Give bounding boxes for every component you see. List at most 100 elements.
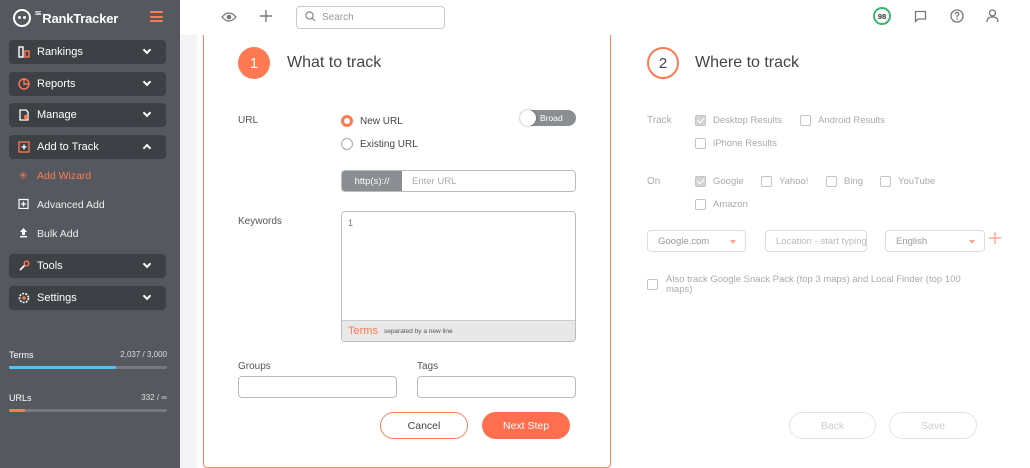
youtube-label: YouTube <box>898 176 936 187</box>
upload-icon <box>17 227 29 241</box>
manage-icon <box>17 109 30 122</box>
chevron-down-icon <box>142 108 152 118</box>
logo-prefix: SE <box>35 10 42 17</box>
step-2-title: Where to track <box>695 54 800 71</box>
chevron-up-icon <box>142 143 152 153</box>
youtube-checkbox[interactable] <box>880 176 891 187</box>
snack-pack-label: Also track Google Snack Pack (top 3 maps… <box>666 274 961 295</box>
logo-icon <box>13 9 31 27</box>
user-icon[interactable] <box>986 9 999 27</box>
score-badge[interactable]: 98 <box>873 7 891 25</box>
chevron-down-icon <box>142 77 152 87</box>
url-label: URL <box>238 115 259 126</box>
keywords-label: Keywords <box>238 216 282 227</box>
step-1-title: What to track <box>287 54 382 71</box>
desktop-results-checkbox[interactable] <box>695 115 706 126</box>
sidebar: SERankTracker Rankings Reports Manage Ad… <box>0 0 180 468</box>
step-1-panel: 1 What to track URL New URL Existing URL… <box>203 35 611 468</box>
wizard-icon: ✳ <box>18 170 28 182</box>
broad-toggle[interactable]: Broad <box>520 110 576 126</box>
add-location-plus-icon[interactable] <box>988 229 1002 250</box>
chevron-down-icon <box>142 291 152 301</box>
android-results-label: Android Results <box>818 115 886 126</box>
broad-toggle-label: Broad <box>540 113 563 123</box>
on-label: On <box>647 176 661 187</box>
chevron-down-icon <box>142 259 152 269</box>
help-icon[interactable] <box>950 9 964 27</box>
next-step-button[interactable]: Next Step <box>482 412 570 439</box>
dropdown-caret-icon <box>969 240 975 244</box>
terms-usage-bar <box>9 366 167 369</box>
amazon-label: Amazon <box>713 199 748 210</box>
bing-checkbox[interactable] <box>826 176 837 187</box>
urls-usage-label: URLs <box>9 393 32 403</box>
search-engine-select-value: Google.com <box>658 235 710 247</box>
step-2-number: 2 <box>647 47 679 79</box>
snack-pack-checkbox[interactable] <box>647 279 658 290</box>
urls-usage-value: 332 / ∞ <box>141 393 167 402</box>
save-button[interactable]: Save <box>889 412 977 439</box>
search-icon <box>305 10 316 25</box>
search-box[interactable] <box>296 6 445 29</box>
sidebar-item-settings[interactable]: Settings <box>9 286 166 310</box>
add-to-track-icon <box>17 141 30 154</box>
hamburger-menu-icon[interactable] <box>150 11 163 22</box>
yahoo-label: Yahoo! <box>779 176 809 187</box>
track-label: Track <box>647 115 672 126</box>
groups-input[interactable] <box>238 376 397 398</box>
advanced-add-icon <box>17 198 29 212</box>
urls-usage: URLs 332 / ∞ <box>9 393 167 412</box>
yahoo-checkbox[interactable] <box>761 176 772 187</box>
terms-usage-label: Terms <box>9 350 34 360</box>
new-url-radio[interactable] <box>341 115 353 127</box>
settings-icon <box>17 292 30 305</box>
sidebar-item-label: Reports <box>37 78 76 90</box>
cancel-button[interactable]: Cancel <box>380 412 468 439</box>
dropdown-caret-icon <box>730 240 736 244</box>
sidebar-item-tools[interactable]: Tools <box>9 254 166 278</box>
sidebar-item-label: Rankings <box>37 46 83 58</box>
sidebar-item-rankings[interactable]: Rankings <box>9 40 166 64</box>
back-button[interactable]: Back <box>789 412 876 439</box>
reports-icon <box>17 78 30 91</box>
sidebar-item-label: Tools <box>37 260 63 272</box>
message-icon[interactable] <box>914 10 927 27</box>
terms-label: Terms <box>348 325 378 337</box>
sidebar-item-manage[interactable]: Manage <box>9 103 166 127</box>
amazon-checkbox[interactable] <box>695 199 706 210</box>
sidebar-item-reports[interactable]: Reports <box>9 72 166 96</box>
urls-usage-bar-fill <box>9 409 25 412</box>
terms-usage: Terms 2,037 / 3,000 <box>9 350 167 369</box>
top-bar: 98 <box>180 0 1030 35</box>
google-checkbox[interactable] <box>695 176 706 187</box>
plus-icon[interactable] <box>259 9 273 27</box>
url-protocol-prefix: http(s):// <box>342 171 402 191</box>
sidebar-subitem-add-wizard[interactable]: ✳ Add Wizard <box>17 167 92 185</box>
keywords-footer: Terms separated by a new line <box>342 320 575 341</box>
android-results-checkbox[interactable] <box>800 115 811 126</box>
sidebar-subitem-bulk-add[interactable]: Bulk Add <box>17 225 78 243</box>
sidebar-subitem-advanced-add[interactable]: Advanced Add <box>17 196 105 214</box>
app-logo[interactable]: SERankTracker <box>13 8 118 28</box>
main-panel: 1 What to track URL New URL Existing URL… <box>197 35 1030 468</box>
tags-input[interactable] <box>417 376 576 398</box>
existing-url-radio[interactable] <box>341 138 353 150</box>
search-engine-select[interactable]: Google.com <box>647 230 746 252</box>
sidebar-item-label: Manage <box>37 109 77 121</box>
search-input[interactable] <box>322 12 432 23</box>
sidebar-item-label: Settings <box>37 292 77 304</box>
location-input[interactable] <box>766 231 866 251</box>
language-select[interactable]: English <box>885 230 985 252</box>
eye-icon[interactable] <box>221 10 237 27</box>
desktop-results-label: Desktop Results <box>713 115 783 126</box>
tools-icon <box>17 260 30 273</box>
iphone-results-checkbox[interactable] <box>695 138 706 149</box>
url-input[interactable] <box>402 171 575 191</box>
rankings-icon <box>17 46 30 59</box>
keywords-textarea[interactable] <box>342 212 575 321</box>
sidebar-item-add-to-track[interactable]: Add to Track <box>9 135 166 159</box>
urls-usage-bar <box>9 409 167 412</box>
keywords-box: Terms separated by a new line <box>341 211 576 342</box>
terms-usage-value: 2,037 / 3,000 <box>120 350 167 359</box>
existing-url-label: Existing URL <box>360 139 418 150</box>
